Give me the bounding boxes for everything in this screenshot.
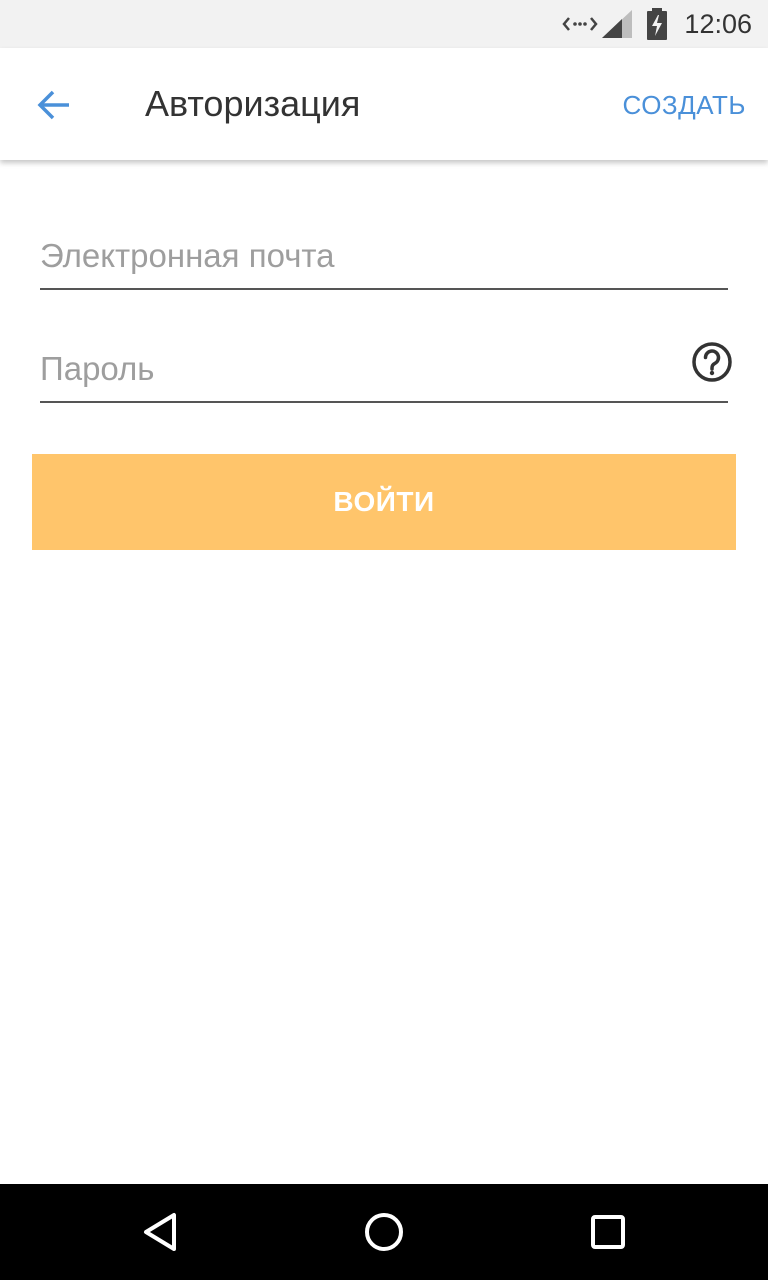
create-account-button[interactable]: СОЗДАТЬ	[623, 88, 747, 122]
recents-square-icon[interactable]	[584, 1208, 632, 1256]
status-clock: 12:06	[684, 9, 752, 39]
navigation-bar	[0, 1184, 768, 1280]
signal-icon	[602, 10, 632, 38]
password-field-container	[40, 341, 732, 403]
password-input[interactable]	[40, 341, 680, 397]
home-circle-icon[interactable]	[360, 1208, 408, 1256]
help-circle-icon[interactable]	[690, 340, 734, 384]
login-button[interactable]: ВОЙТИ	[32, 454, 736, 550]
page-title: Авторизация	[145, 83, 361, 124]
data-transfer-icon	[562, 17, 598, 31]
email-input[interactable]	[40, 228, 680, 284]
back-button[interactable]	[24, 76, 80, 132]
app-bar: Авторизация СОЗДАТЬ	[0, 48, 768, 160]
email-field-container	[40, 228, 728, 290]
battery-charging-icon	[647, 8, 667, 40]
arrow-back-icon	[37, 90, 69, 120]
back-triangle-icon[interactable]	[136, 1208, 184, 1256]
status-bar: 12:06	[0, 0, 768, 48]
